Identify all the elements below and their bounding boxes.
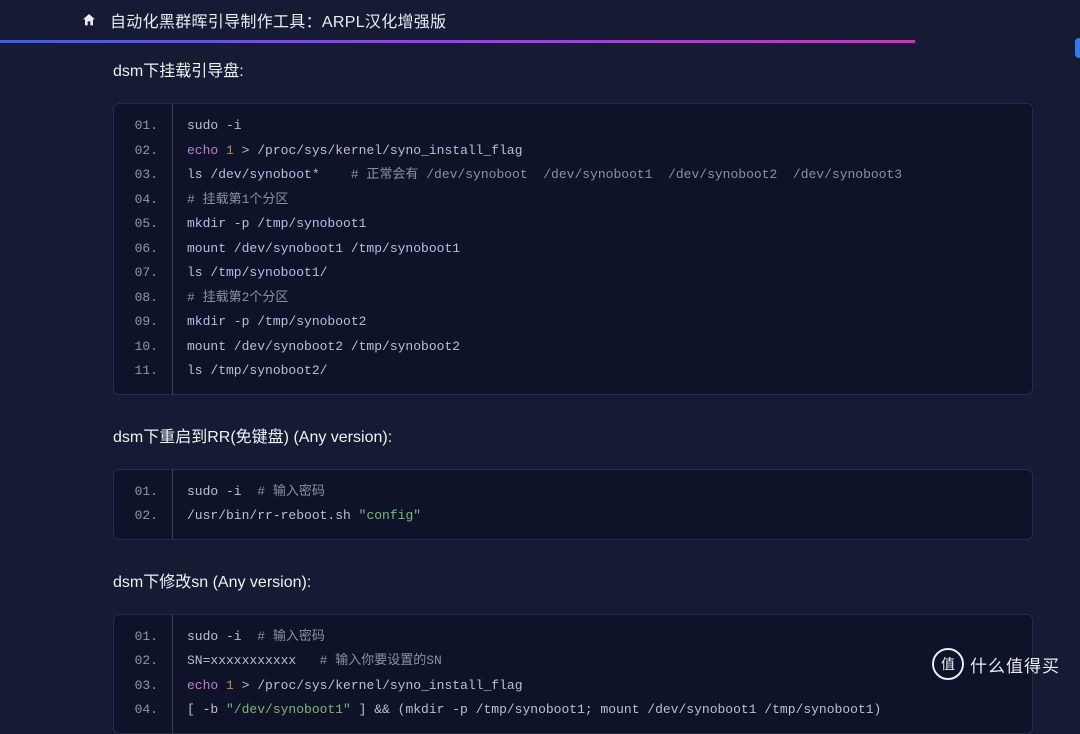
line-gutter: 01.02.03.04. xyxy=(114,615,173,733)
section-heading: dsm下挂载引导盘: xyxy=(113,57,1033,81)
code-line: mount /dev/synoboot1 /tmp/synoboot1 xyxy=(187,237,1032,262)
home-icon[interactable] xyxy=(80,12,98,28)
code-block: 01.02.03.04.sudo -i # 输入密码SN=xxxxxxxxxxx… xyxy=(113,614,1033,734)
side-accent xyxy=(1075,38,1080,58)
code-line: ls /dev/synoboot* # 正常会有 /dev/synoboot /… xyxy=(187,163,1032,188)
code-line: SN=xxxxxxxxxxx # 输入你要设置的SN xyxy=(187,649,1032,674)
line-gutter: 01.02. xyxy=(114,470,173,539)
page-title: 自动化黑群晖引导制作工具：ARPL汉化增强版 xyxy=(110,8,446,32)
code-line: echo 1 > /proc/sys/kernel/syno_install_f… xyxy=(187,674,1032,699)
code-line: ls /tmp/synoboot2/ xyxy=(187,359,1032,384)
code-line: /usr/bin/rr-reboot.sh "config" xyxy=(187,504,1032,529)
code-block: 01.02.sudo -i # 输入密码/usr/bin/rr-reboot.s… xyxy=(113,469,1033,540)
code-lines: sudo -iecho 1 > /proc/sys/kernel/syno_in… xyxy=(173,104,1032,394)
topbar: 自动化黑群晖引导制作工具：ARPL汉化增强版 xyxy=(0,0,1080,40)
code-line: mount /dev/synoboot2 /tmp/synoboot2 xyxy=(187,335,1032,360)
code-line: echo 1 > /proc/sys/kernel/syno_install_f… xyxy=(187,139,1032,164)
code-line: ls /tmp/synoboot1/ xyxy=(187,261,1032,286)
code-block: 01.02.03.04.05.06.07.08.09.10.11.sudo -i… xyxy=(113,103,1033,395)
code-line: mkdir -p /tmp/synoboot2 xyxy=(187,310,1032,335)
code-line: # 挂载第2个分区 xyxy=(187,286,1032,311)
line-gutter: 01.02.03.04.05.06.07.08.09.10.11. xyxy=(114,104,173,394)
code-line: sudo -i xyxy=(187,114,1032,139)
code-line: [ -b "/dev/synoboot1" ] && (mkdir -p /tm… xyxy=(187,698,1032,723)
code-lines: sudo -i # 输入密码/usr/bin/rr-reboot.sh "con… xyxy=(173,470,1032,539)
section-heading: dsm下重启到RR(免键盘) (Any version): xyxy=(113,423,1033,447)
code-lines: sudo -i # 输入密码SN=xxxxxxxxxxx # 输入你要设置的SN… xyxy=(173,615,1032,733)
code-line: mkdir -p /tmp/synoboot1 xyxy=(187,212,1032,237)
code-line: sudo -i # 输入密码 xyxy=(187,480,1032,505)
watermark-badge: 值 xyxy=(932,648,964,680)
watermark: 值 什么值得买 xyxy=(932,648,1060,680)
code-line: sudo -i # 输入密码 xyxy=(187,625,1032,650)
section-heading: dsm下修改sn (Any version): xyxy=(113,568,1033,592)
code-line: # 挂载第1个分区 xyxy=(187,188,1032,213)
watermark-text: 什么值得买 xyxy=(970,652,1060,677)
content: dsm下挂载引导盘: 01.02.03.04.05.06.07.08.09.10.… xyxy=(0,43,1033,734)
